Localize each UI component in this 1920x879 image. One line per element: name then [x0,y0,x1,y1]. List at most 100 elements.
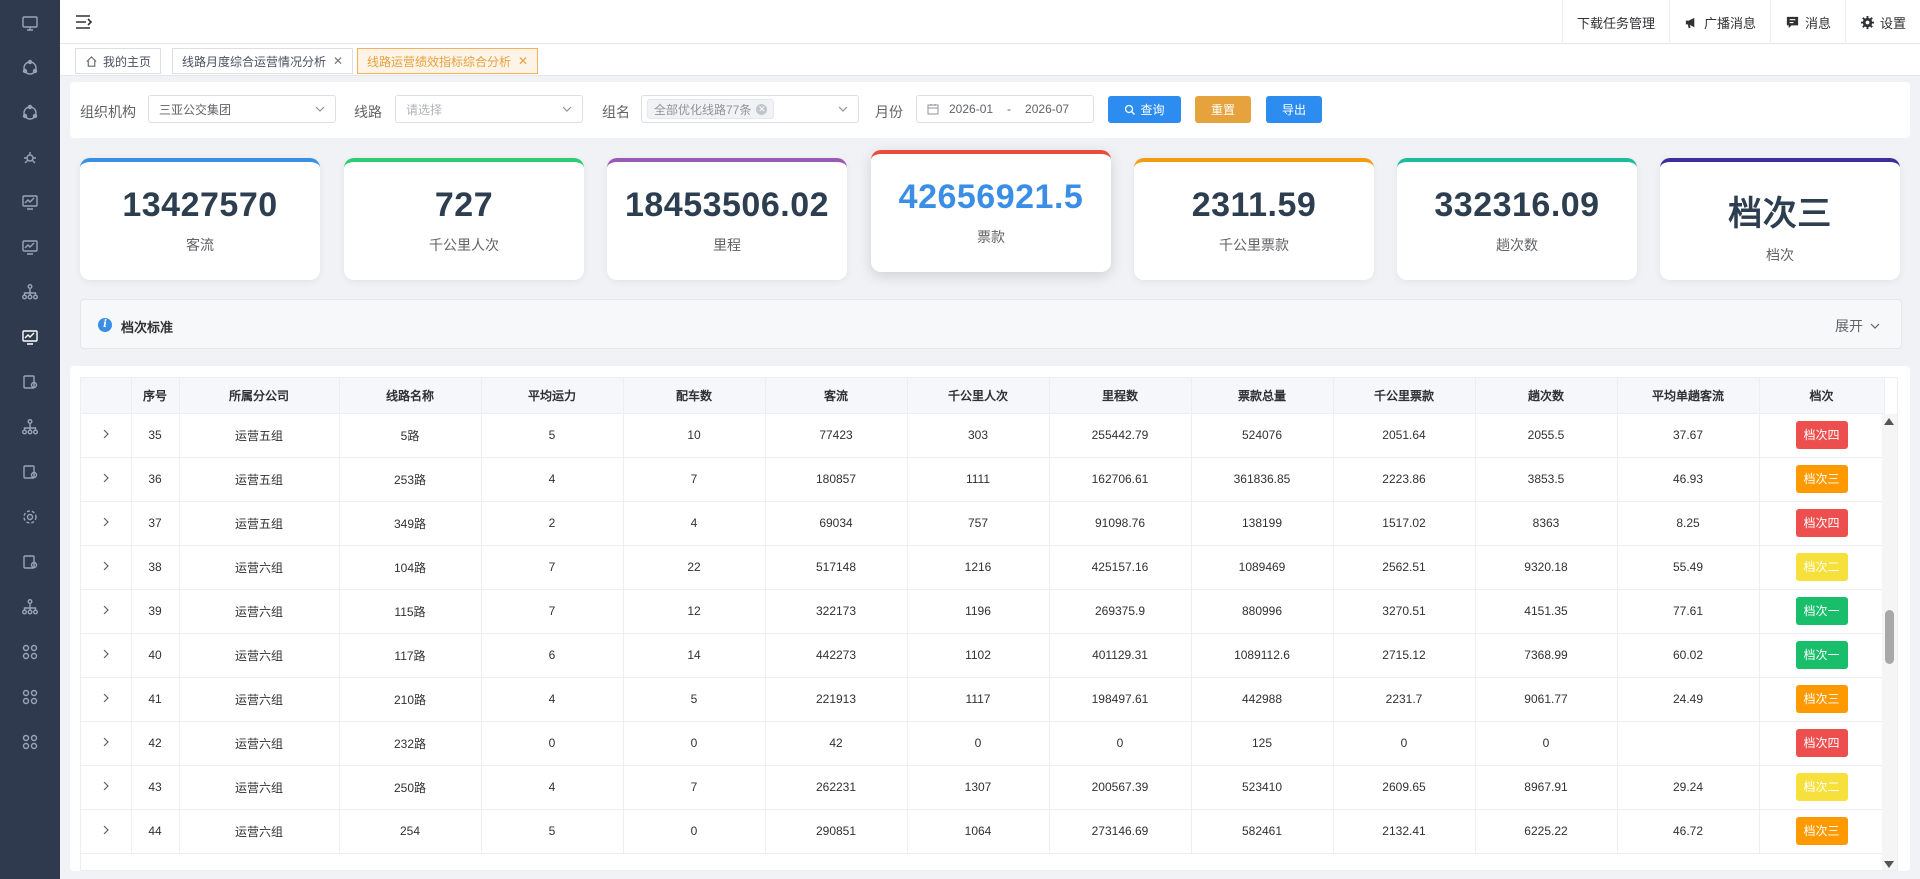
table-row[interactable]: 36 运营五组 253路 4 7 180857 1111 162706.61 361836.85… [81,457,1885,502]
tab-monthly-analysis[interactable]: 线路月度综合运营情况分析 ✕ [172,48,354,74]
column-header[interactable]: 千公里人次 [907,378,1050,414]
query-button[interactable]: 查询 [1108,96,1181,123]
row-expand-toggle[interactable] [81,413,132,458]
table-row[interactable]: 37 运营五组 349路 2 4 69034 757 91098.76 138199 1517.0… [81,501,1885,546]
table-cell: 401129.31 [1049,633,1192,678]
tab-home[interactable]: 我的主页 [75,48,162,74]
apps-icon[interactable] [14,726,46,758]
table-cell: 290851 [765,809,908,854]
org-select[interactable]: 三亚公交集团 [148,95,336,123]
chevron-right-icon [103,737,109,747]
table-cell: 2051.64 [1333,413,1476,458]
row-expand-toggle[interactable] [81,809,132,854]
table-cell: 2609.65 [1333,765,1476,810]
download-tasks-button[interactable]: 下载任务管理 [1561,0,1669,44]
table-cell: 115路 [339,589,482,634]
stat-label: 千公里票款 [1219,237,1289,253]
tab-performance-analysis[interactable]: 线路运营绩效指标综合分析 ✕ [357,48,539,74]
table-cell: 0 [1475,721,1618,766]
table-row[interactable]: 35 运营五组 5路 5 10 77423 303 255442.79 524076 2051.6… [81,413,1885,458]
sync-icon[interactable] [14,52,46,84]
row-expand-toggle[interactable] [81,457,132,502]
apps-icon[interactable] [14,636,46,668]
scroll-up-icon[interactable] [1884,418,1894,425]
grade-standard-title: 档次标准 [121,320,174,335]
close-icon[interactable]: ✕ [518,54,528,68]
stat-card-fare: 42656921.5 票款 [871,150,1111,272]
line-select[interactable]: 请选择 [395,95,583,123]
row-expand-toggle[interactable] [81,677,132,722]
dashboard-icon[interactable] [14,186,46,218]
row-expand-toggle[interactable] [81,721,132,766]
settings-button[interactable]: 设置 [1844,0,1920,44]
device-settings-icon[interactable] [14,366,46,398]
table-row[interactable]: 39 运营六组 115路 7 12 322173 1196 269375.9 880996 327… [81,589,1885,634]
table-scrollbar[interactable] [1882,414,1897,870]
scroll-down-icon[interactable] [1884,861,1894,868]
org-tree-icon[interactable] [14,276,46,308]
table-row[interactable]: 41 运营六组 210路 4 5 221913 1117 198497.61 442988 223… [81,677,1885,722]
month-start: 2026-01 [949,102,994,116]
table-row[interactable]: 40 运营六组 117路 6 14 442273 1102 401129.31 1089112.… [81,633,1885,678]
table-cell: 档次三 [1759,457,1885,502]
row-expand-toggle[interactable] [81,501,132,546]
sync-icon[interactable] [14,97,46,129]
column-header[interactable]: 配车数 [623,378,766,414]
table-cell: 7 [623,457,766,502]
row-expand-toggle[interactable] [81,765,132,810]
menu-toggle-icon[interactable] [74,12,94,32]
table-cell: 180857 [765,457,908,502]
monitor-chart-icon[interactable] [14,321,46,353]
broadcast-button[interactable]: 广播消息 [1668,0,1770,44]
stat-value: 727 [434,186,494,224]
column-header[interactable]: 平均运力 [481,378,624,414]
gear-icon[interactable] [14,501,46,533]
expand-toggle[interactable]: 展开 [1835,316,1881,336]
grade-standard-collapse[interactable]: i 档次标准 展开 [80,299,1902,349]
table-cell: 1064 [907,809,1050,854]
table-cell: 7368.99 [1475,633,1618,678]
row-expand-toggle[interactable] [81,589,132,634]
stat-value: 13427570 [122,186,278,224]
column-header[interactable]: 里程数 [1049,378,1192,414]
device-settings-icon[interactable] [14,456,46,488]
info-icon: i [98,318,112,332]
close-icon[interactable]: ✕ [333,54,343,68]
apps-icon[interactable] [14,681,46,713]
table-row[interactable]: 42 运营六组 232路 0 0 42 0 0 125 0 0 档次四 [81,721,1885,766]
chevron-down-icon [838,106,848,112]
column-header[interactable]: 所属分公司 [179,378,340,414]
table-row[interactable]: 38 运营六组 104路 7 22 517148 1216 425157.16 1089469 2… [81,545,1885,590]
table-cell: 37 [131,501,180,546]
satellite-icon[interactable] [14,142,46,174]
column-header[interactable]: 票款总量 [1191,378,1334,414]
table-cell: 2231.7 [1333,677,1476,722]
monitor-icon[interactable] [14,7,46,39]
org-tree-icon[interactable] [14,591,46,623]
column-header[interactable]: 客流 [765,378,908,414]
month-range-picker[interactable]: 2026-01 - 2026-07 [916,95,1094,123]
row-expand-toggle[interactable] [81,633,132,678]
column-header[interactable]: 线路名称 [339,378,482,414]
org-tree-icon[interactable] [14,411,46,443]
table-row[interactable]: 43 运营六组 250路 4 7 262231 1307 200567.39 523410 260… [81,765,1885,810]
table-cell: 55.49 [1617,545,1760,590]
row-expand-toggle[interactable] [81,545,132,590]
column-header[interactable]: 千公里票款 [1333,378,1476,414]
scroll-thumb[interactable] [1885,610,1894,664]
reset-button[interactable]: 重置 [1195,96,1251,123]
export-button[interactable]: 导出 [1266,96,1322,123]
table-cell: 档次一 [1759,633,1885,678]
chip-close-icon[interactable]: ✕ [756,103,768,115]
column-header[interactable]: 档次 [1759,378,1885,414]
table-cell: 757 [907,501,1050,546]
table-row[interactable]: 44 运营六组 254 5 0 290851 1064 273146.69 582461 2132… [81,809,1885,854]
stat-label: 千公里人次 [429,237,499,253]
column-header[interactable]: 序号 [131,378,180,414]
column-header[interactable]: 趟次数 [1475,378,1618,414]
group-select[interactable]: 全部优化线路77条 ✕ [641,95,859,123]
column-header[interactable]: 平均单趟客流 [1617,378,1760,414]
device-settings-icon[interactable] [14,546,46,578]
messages-button[interactable]: 消息 [1769,0,1845,44]
dashboard-icon[interactable] [14,231,46,263]
